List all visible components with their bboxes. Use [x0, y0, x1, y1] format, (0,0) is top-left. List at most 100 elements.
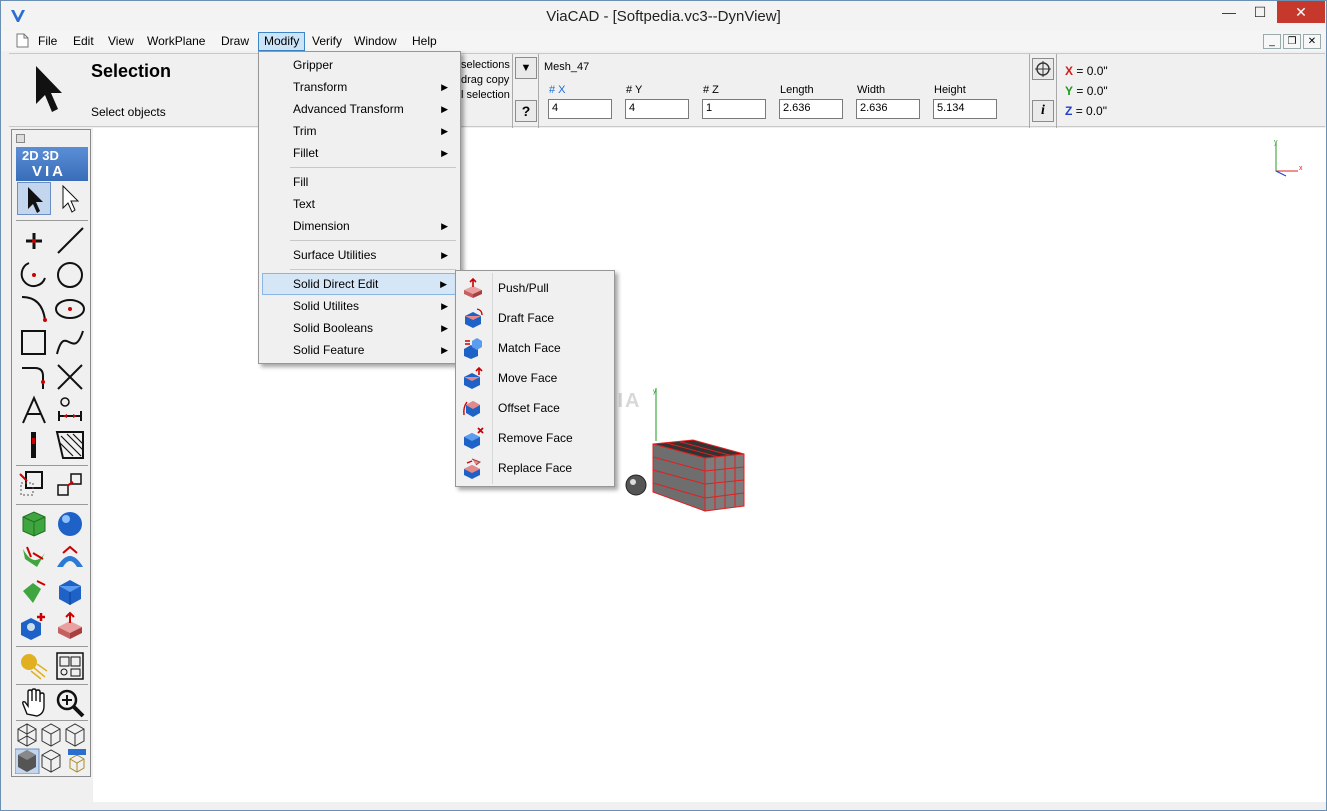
select-arrow-icon [28, 187, 43, 213]
ellipse-tool[interactable] [53, 292, 87, 325]
pan-tool[interactable] [17, 686, 51, 719]
text-tool[interactable] [17, 394, 51, 427]
height-input[interactable]: 5.134 [933, 99, 997, 119]
tool-palette: 2D 3D VIA [11, 129, 91, 777]
divider [1029, 54, 1030, 128]
menu-fillet[interactable]: Fillet ▶ [262, 142, 458, 164]
point-tool[interactable] [17, 224, 51, 257]
menu-text[interactable]: Text [262, 193, 458, 215]
layout-tool[interactable] [53, 649, 87, 682]
menu-push-pull-label: Push/Pull [498, 281, 549, 295]
submenu-arrow-icon: ▶ [440, 279, 447, 289]
option-drag-copy[interactable]: drag copy [461, 74, 509, 86]
spline-tool[interactable] [53, 326, 87, 359]
rectangle-icon [21, 330, 46, 355]
count-z-input[interactable]: 1 [702, 99, 766, 119]
menu-modify[interactable]: Modify [258, 32, 306, 51]
menu-fill[interactable]: Fill [262, 171, 458, 193]
minimize-button[interactable]: — [1214, 1, 1244, 23]
menu-solid-direct-edit[interactable]: Solid Direct Edit ▶ [262, 273, 458, 295]
menu-surface-utilities[interactable]: Surface Utilities ▶ [262, 244, 458, 266]
select-tool[interactable] [17, 182, 51, 215]
menu-advanced-transform[interactable]: Advanced Transform ▶ [262, 98, 458, 120]
draft-face-icon [465, 308, 483, 328]
submenu-arrow-icon: ▶ [441, 250, 448, 260]
hatch-tool[interactable] [53, 428, 87, 461]
loft-icon [23, 546, 45, 567]
menu-workplane[interactable]: WorkPlane [142, 32, 210, 51]
menu-window[interactable]: Window [349, 32, 402, 51]
document-icon[interactable] [16, 33, 29, 48]
option-selection[interactable]: l selection [461, 89, 510, 101]
menu-transform[interactable]: Transform ▶ [262, 76, 458, 98]
sweep-tool[interactable] [53, 541, 87, 574]
field-label-y: # Y [626, 84, 643, 96]
mesh-object[interactable]: y [613, 386, 753, 516]
solid-box-tool[interactable] [53, 575, 87, 608]
menu-move-face[interactable]: Move Face [459, 363, 611, 393]
menu-remove-face[interactable]: Remove Face [459, 423, 611, 453]
menu-solid-utilites[interactable]: Solid Utilites ▶ [262, 295, 458, 317]
mdi-minimize-button[interactable]: _ [1263, 34, 1281, 49]
menu-draft-face[interactable]: Draft Face [459, 303, 611, 333]
menu-verify[interactable]: Verify [307, 32, 347, 51]
select-2-tool[interactable] [53, 182, 87, 215]
menu-edit[interactable]: Edit [68, 32, 99, 51]
rectangle-tool[interactable] [17, 326, 51, 359]
palette-grip[interactable] [16, 134, 25, 143]
zoom-tool[interactable] [53, 686, 87, 719]
menu-push-pull[interactable]: Push/Pull [459, 273, 611, 303]
maximize-button[interactable]: ☐ [1245, 1, 1275, 23]
menu-replace-face[interactable]: Replace Face [459, 453, 611, 483]
circle-tool[interactable] [53, 258, 87, 291]
mdi-close-button[interactable]: ✕ [1303, 34, 1321, 49]
extrude-tool[interactable] [17, 575, 51, 608]
option-selections[interactable]: selections [461, 59, 510, 71]
ellipse-icon [55, 299, 85, 319]
count-x-input[interactable]: 4 [548, 99, 612, 119]
arc-tool[interactable] [17, 258, 51, 291]
corner-tool[interactable] [17, 360, 51, 393]
menu-match-face[interactable]: Match Face [459, 333, 611, 363]
arc-3pt-tool[interactable] [17, 292, 51, 325]
spline-icon [56, 330, 84, 355]
snap-target-button[interactable] [1032, 58, 1054, 80]
light-bulb-icon [21, 654, 48, 680]
length-input[interactable]: 2.636 [779, 99, 843, 119]
menu-match-face-label: Match Face [498, 341, 561, 355]
sphere-tool[interactable] [53, 507, 87, 540]
submenu-arrow-icon: ▶ [441, 148, 448, 158]
menu-view[interactable]: View [103, 32, 139, 51]
menu-offset-face[interactable]: Offset Face [459, 393, 611, 423]
help-button[interactable]: ? [515, 100, 537, 122]
menu-solid-feature[interactable]: Solid Feature ▶ [262, 339, 458, 361]
transform-tool[interactable] [17, 468, 51, 501]
vertical-line-tool[interactable] [17, 428, 51, 461]
field-label-width: Width [857, 84, 886, 96]
dimension-tool[interactable] [53, 394, 87, 427]
intersect-tool[interactable] [53, 360, 87, 393]
menu-file[interactable]: File [33, 32, 62, 51]
mdi-restore-button[interactable]: ❐ [1283, 34, 1301, 49]
add-solid-tool[interactable] [17, 609, 51, 642]
menu-solid-booleans[interactable]: Solid Booleans ▶ [262, 317, 458, 339]
menu-trim[interactable]: Trim ▶ [262, 120, 458, 142]
box-tool[interactable] [17, 507, 51, 540]
options-dropdown-button[interactable]: ▼ [515, 57, 537, 79]
width-input[interactable]: 2.636 [856, 99, 920, 119]
line-tool[interactable] [53, 224, 87, 257]
push-pull-tool[interactable] [53, 609, 87, 642]
modify-menu: Gripper Transform ▶ Advanced Transform ▶ T… [258, 51, 461, 364]
menu-text-label: Text [293, 197, 316, 211]
render-tool[interactable] [17, 649, 51, 682]
menu-draw[interactable]: Draw [216, 32, 254, 51]
close-button[interactable]: ✕ [1277, 1, 1325, 23]
menu-gripper[interactable]: Gripper [262, 54, 458, 76]
count-y-input[interactable]: 4 [625, 99, 689, 119]
array-tool[interactable] [53, 468, 87, 501]
info-button[interactable]: i [1032, 100, 1054, 122]
menu-fillet-label: Fillet [293, 146, 319, 160]
loft-tool[interactable] [17, 541, 51, 574]
menu-help[interactable]: Help [407, 32, 442, 51]
menu-dimension[interactable]: Dimension ▶ [262, 215, 458, 237]
